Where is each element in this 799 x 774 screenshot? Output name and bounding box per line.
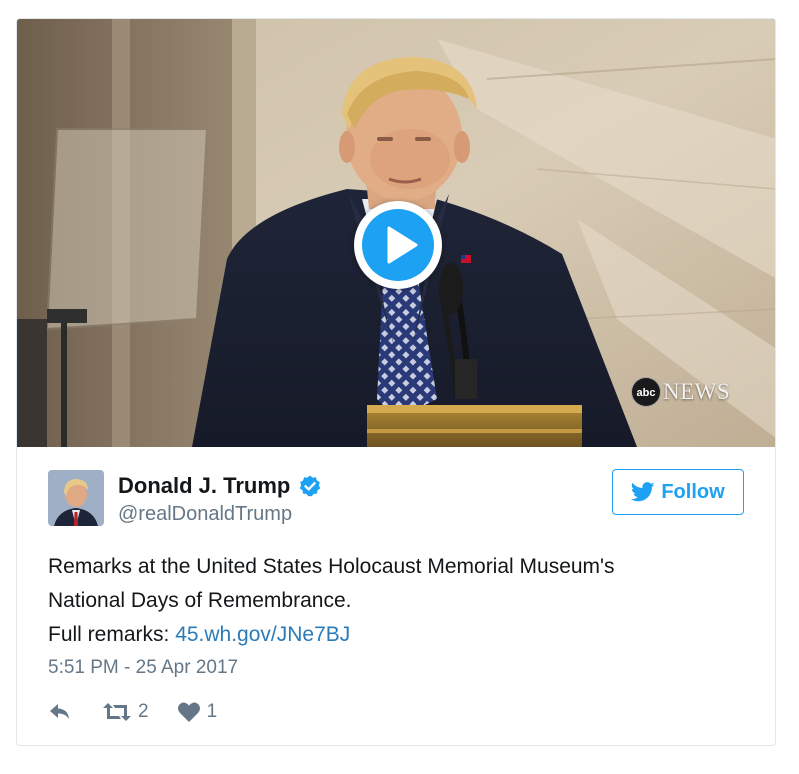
news-wordmark: NEWS bbox=[663, 379, 731, 404]
tweet-text-line-3: Full remarks: 45.wh.gov/JNe7BJ bbox=[48, 618, 748, 652]
tweet-text-line-1: Remarks at the United States Holocaust M… bbox=[48, 555, 615, 578]
heart-icon bbox=[177, 702, 200, 722]
tweet-text-line-2: National Days of Remembrance. bbox=[48, 589, 352, 612]
reply-icon bbox=[50, 704, 69, 719]
tweet-link[interactable]: 45.wh.gov/JNe7BJ bbox=[175, 623, 350, 646]
tweet-actions: 2 1 bbox=[48, 699, 217, 725]
twitter-bird-icon bbox=[631, 482, 655, 502]
tweet-text-prefix: Full remarks: bbox=[48, 623, 176, 646]
abc-logo: abc bbox=[631, 377, 661, 407]
video-player[interactable]: abc NEWS bbox=[17, 19, 775, 447]
tweet-text: Remarks at the United States Holocaust M… bbox=[48, 550, 748, 652]
like-button[interactable]: 1 bbox=[177, 701, 218, 723]
retweet-count: 2 bbox=[138, 701, 149, 722]
abc-news-watermark: abc NEWS bbox=[631, 377, 730, 407]
retweet-icon bbox=[103, 703, 131, 721]
verified-badge-icon bbox=[298, 474, 322, 498]
author-name[interactable]: Donald J. Trump bbox=[118, 473, 322, 499]
author-name-text[interactable]: Donald J. Trump bbox=[118, 473, 290, 499]
follow-button-label: Follow bbox=[661, 480, 725, 503]
retweet-button[interactable]: 2 bbox=[102, 701, 149, 723]
author-handle[interactable]: @realDonaldTrump bbox=[118, 503, 292, 526]
author-avatar[interactable] bbox=[48, 470, 104, 526]
tweet-card: abc NEWS Donald J. Trump @realDonaldTrum… bbox=[16, 18, 776, 746]
like-count: 1 bbox=[206, 701, 218, 722]
tweet-timestamp[interactable]: 5:51 PM - 25 Apr 2017 bbox=[48, 657, 238, 679]
play-icon bbox=[362, 209, 434, 281]
play-button[interactable] bbox=[354, 201, 442, 289]
reply-button[interactable] bbox=[48, 702, 72, 722]
follow-button[interactable]: Follow bbox=[612, 469, 744, 515]
